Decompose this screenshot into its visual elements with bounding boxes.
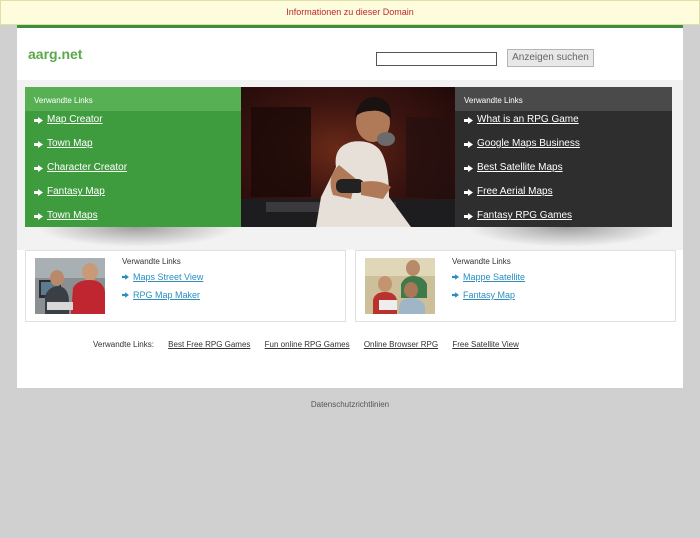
box-right-title: Verwandte Links xyxy=(452,257,511,266)
green-link-4[interactable]: Fantasy Map xyxy=(25,185,241,209)
arrow-right-icon xyxy=(34,165,43,172)
privacy-link[interactable]: Datenschutzrichtlinien xyxy=(311,400,389,409)
footer: Datenschutzrichtlinien xyxy=(0,400,700,409)
arrow-right-icon xyxy=(464,141,473,148)
main-container: aarg.net Anzeigen suchen Verwandte Links… xyxy=(17,25,683,388)
green-link-3[interactable]: Character Creator xyxy=(25,161,241,185)
box-left-link-1[interactable]: Maps Street View xyxy=(122,272,203,282)
arrow-right-icon xyxy=(122,292,129,298)
green-link-1[interactable]: Map Creator xyxy=(25,113,241,137)
dark-links-panel: Verwandte Links What is an RPG Game Goog… xyxy=(455,87,672,227)
info-bar-text[interactable]: Informationen zu dieser Domain xyxy=(286,7,414,17)
related-box-left: Verwandte Links Maps Street View RPG Map… xyxy=(25,250,346,322)
arrow-right-icon xyxy=(34,117,43,124)
featured-area: Verwandte Links Map Creator Town Map Cha… xyxy=(17,80,683,322)
search-input[interactable] xyxy=(376,52,497,66)
related-box-right: Verwandte Links Mappe Satellite Fantasy … xyxy=(355,250,676,322)
office-illustration xyxy=(35,258,105,314)
bottom-link-2[interactable]: Fun online RPG Games xyxy=(265,340,350,349)
header: aarg.net Anzeigen suchen xyxy=(17,28,683,80)
dark-link-1[interactable]: What is an RPG Game xyxy=(455,113,672,137)
bottom-link-4[interactable]: Free Satellite View xyxy=(452,340,519,349)
arrow-right-icon xyxy=(34,141,43,148)
gamer-illustration xyxy=(241,97,455,227)
arrow-right-icon xyxy=(464,213,473,220)
arrow-right-icon xyxy=(34,189,43,196)
arrow-right-icon xyxy=(34,213,43,220)
bottom-link-1[interactable]: Best Free RPG Games xyxy=(168,340,250,349)
dark-link-2[interactable]: Google Maps Business xyxy=(455,137,672,161)
box-left-title: Verwandte Links xyxy=(122,257,181,266)
arrow-right-icon xyxy=(464,117,473,124)
dark-link-3[interactable]: Best Satellite Maps xyxy=(455,161,672,185)
panel-shadow-left xyxy=(37,227,237,247)
arrow-right-icon xyxy=(464,165,473,172)
office-illustration xyxy=(365,258,435,314)
info-bar[interactable]: Informationen zu dieser Domain xyxy=(0,0,700,25)
green-panel-title: Verwandte Links xyxy=(25,87,241,111)
arrow-right-icon xyxy=(122,274,129,280)
arrow-right-icon xyxy=(464,189,473,196)
bottom-links-row: Verwandte Links: Best Free RPG Games Fun… xyxy=(93,340,531,349)
dark-panel-title: Verwandte Links xyxy=(455,87,672,111)
bottom-links-label: Verwandte Links: xyxy=(93,340,154,349)
search-button[interactable]: Anzeigen suchen xyxy=(507,49,594,67)
arrow-right-icon xyxy=(452,292,459,298)
green-links-panel: Verwandte Links Map Creator Town Map Cha… xyxy=(25,87,241,227)
green-link-2[interactable]: Town Map xyxy=(25,137,241,161)
bottom-link-3[interactable]: Online Browser RPG xyxy=(364,340,438,349)
site-logo[interactable]: aarg.net xyxy=(28,46,82,62)
office-photo-right xyxy=(365,258,435,314)
box-right-link-2[interactable]: Fantasy Map xyxy=(452,290,515,300)
gamer-photo xyxy=(241,87,455,227)
office-photo-left xyxy=(35,258,105,314)
box-left-link-2[interactable]: RPG Map Maker xyxy=(122,290,200,300)
box-right-link-1[interactable]: Mappe Satellite xyxy=(452,272,525,282)
arrow-right-icon xyxy=(452,274,459,280)
dark-link-4[interactable]: Free Aerial Maps xyxy=(455,185,672,209)
panel-shadow-right xyxy=(467,227,667,247)
